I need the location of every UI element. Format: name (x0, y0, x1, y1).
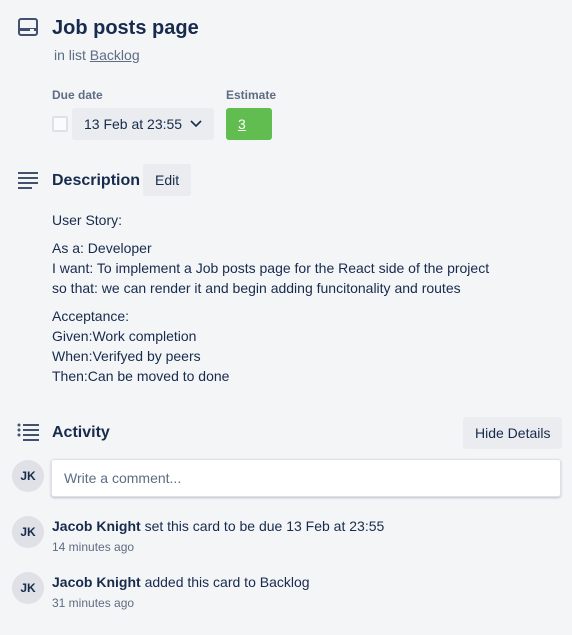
description-paragraph: User Story: (52, 210, 552, 230)
description-line: so that: we can render it and begin addi… (52, 280, 461, 296)
due-date-value: 13 Feb at 23:55 (84, 116, 183, 132)
activity-user[interactable]: Jacob Knight (52, 574, 141, 590)
description-body[interactable]: User Story: As a: Developer I want: To imp… (52, 210, 552, 394)
description-line: Then:Can be moved to done (52, 368, 230, 384)
estimate-label: Estimate (226, 88, 277, 102)
list-link[interactable]: Backlog (90, 47, 140, 63)
avatar[interactable]: JK (12, 516, 44, 548)
hide-details-button[interactable]: Hide Details (463, 417, 563, 449)
activity-entry: Jacob Knight set this card to be due 13 … (52, 516, 384, 536)
description-line: As a: Developer (52, 240, 152, 256)
avatar[interactable]: JK (12, 572, 44, 604)
description-paragraph: Acceptance: Given:Work completion When:Ver… (52, 306, 552, 386)
description-line: Given:Work completion (52, 328, 197, 344)
comment-input[interactable] (51, 459, 561, 497)
due-complete-checkbox[interactable] (52, 116, 68, 132)
in-list-text: in list Backlog (54, 46, 140, 64)
description-line: I want: To implement a Job posts page fo… (52, 260, 490, 276)
activity-timestamp[interactable]: 14 minutes ago (52, 539, 134, 555)
activity-timestamp[interactable]: 31 minutes ago (52, 595, 134, 611)
activity-action: set this card to be due 13 Feb at 23:55 (144, 518, 385, 534)
description-line: When:Verifyed by peers (52, 348, 201, 364)
card-icon (18, 18, 38, 36)
due-date-label: Due date (52, 88, 103, 102)
description-line: Acceptance: (52, 308, 130, 324)
estimate-button[interactable]: 3 (226, 108, 272, 140)
activity-entry: Jacob Knight added this card to Backlog (52, 572, 310, 592)
description-icon (18, 171, 38, 189)
chevron-down-icon (190, 116, 202, 132)
activity-action: added this card to Backlog (144, 574, 310, 590)
activity-user[interactable]: Jacob Knight (52, 518, 141, 534)
edit-description-button[interactable]: Edit (143, 164, 192, 196)
activity-title: Activity (52, 424, 110, 441)
description-title: Description (52, 172, 141, 189)
in-list-prefix: in list (54, 47, 86, 63)
due-date-button[interactable]: 13 Feb at 23:55 (72, 108, 215, 140)
activity-icon (17, 423, 39, 441)
description-line: User Story: (52, 212, 123, 228)
avatar[interactable]: JK (12, 460, 44, 492)
card-title[interactable]: Job posts page (52, 16, 199, 40)
description-paragraph: As a: Developer I want: To implement a Jo… (52, 238, 552, 298)
